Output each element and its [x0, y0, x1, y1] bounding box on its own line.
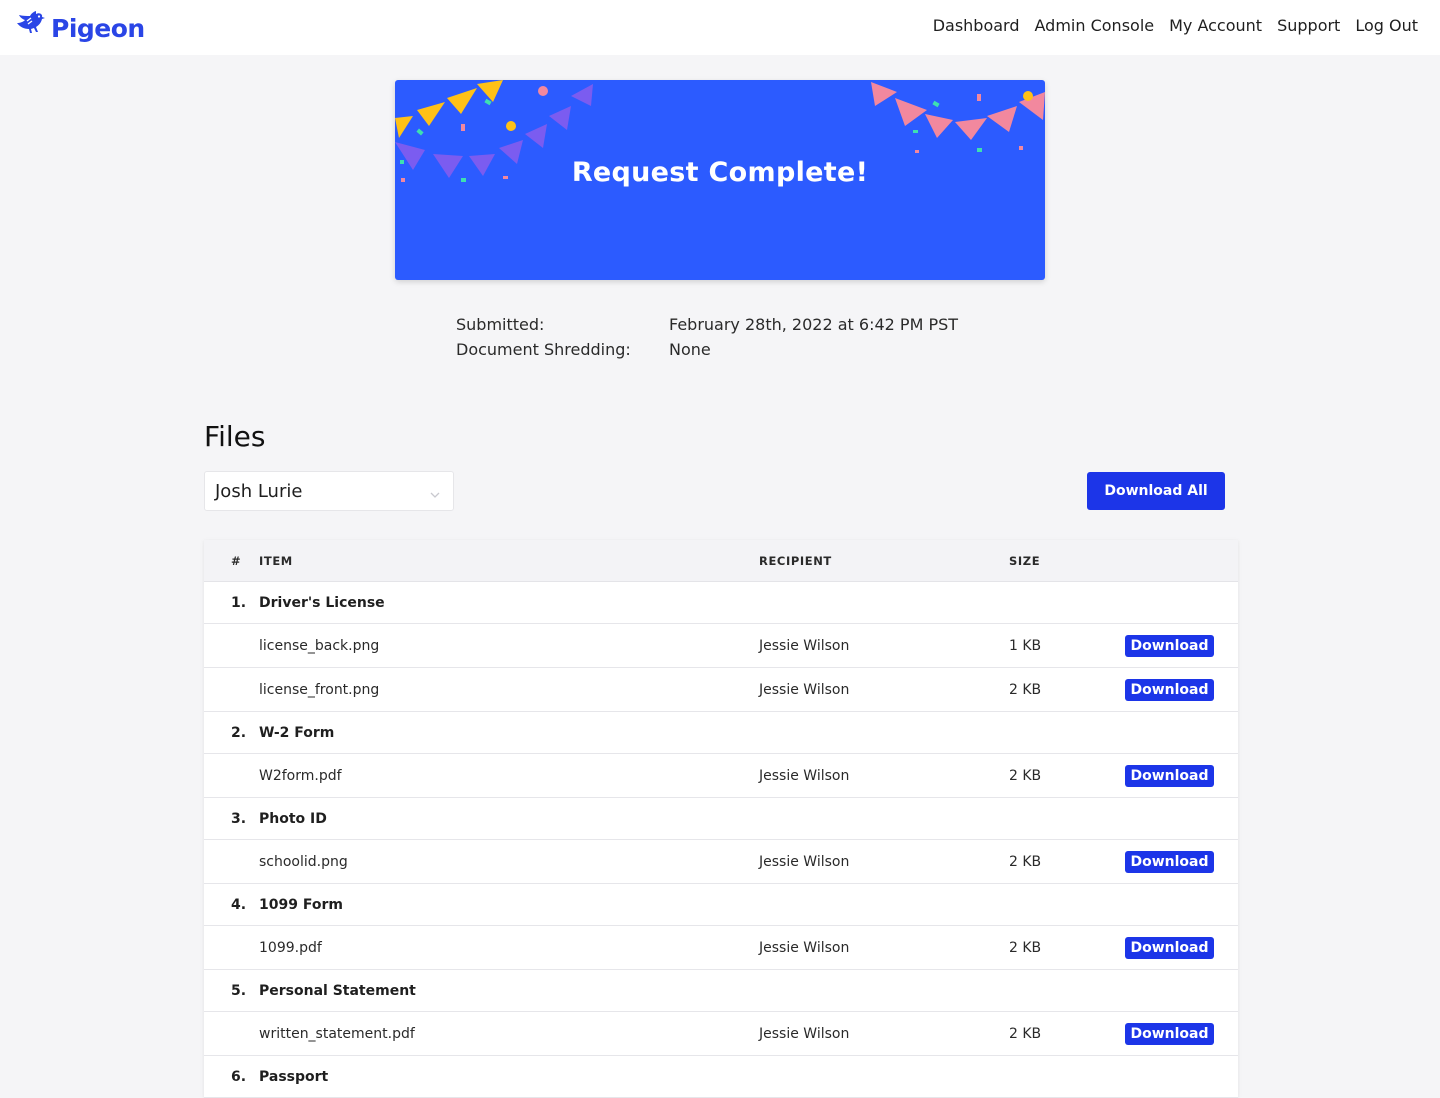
- nav-my-account[interactable]: My Account: [1169, 16, 1262, 35]
- download-button[interactable]: Download: [1125, 679, 1214, 701]
- file-recipient: Jessie Wilson: [759, 637, 850, 654]
- shredding-row: Document Shredding: None: [456, 337, 958, 362]
- col-num: #: [231, 553, 242, 568]
- nav-admin-console[interactable]: Admin Console: [1035, 16, 1155, 35]
- file-size: 2 KB: [1009, 1025, 1042, 1042]
- group-number: 4.: [231, 896, 247, 913]
- nav-log-out[interactable]: Log Out: [1355, 16, 1418, 35]
- file-recipient: Jessie Wilson: [759, 767, 850, 784]
- person-select-value: Josh Lurie: [215, 480, 303, 502]
- download-button[interactable]: Download: [1125, 937, 1214, 959]
- file-name: 1099.pdf: [259, 939, 322, 956]
- file-recipient: Jessie Wilson: [759, 939, 850, 956]
- file-name: license_back.png: [259, 637, 380, 654]
- group-row: 5. Personal Statement: [204, 970, 1238, 1012]
- group-name: 1099 Form: [259, 896, 343, 913]
- group-row: 3. Photo ID: [204, 798, 1238, 840]
- group-row: 1. Driver's License: [204, 582, 1238, 624]
- request-meta: Submitted: February 28th, 2022 at 6:42 P…: [456, 312, 958, 362]
- person-select[interactable]: Josh Lurie: [204, 471, 454, 511]
- file-recipient: Jessie Wilson: [759, 853, 850, 870]
- file-row: W2form.pdf Jessie Wilson 2 KB Download: [204, 754, 1238, 798]
- submitted-row: Submitted: February 28th, 2022 at 6:42 P…: [456, 312, 958, 337]
- group-name: W-2 Form: [259, 724, 335, 741]
- group-name: Personal Statement: [259, 982, 416, 999]
- file-name: written_statement.pdf: [259, 1025, 415, 1042]
- download-button[interactable]: Download: [1125, 765, 1214, 787]
- files-table: # ITEM RECIPIENT SIZE 1. Driver's Licens…: [204, 540, 1238, 1098]
- top-navbar: Pigeon Dashboard Admin Console My Accoun…: [0, 0, 1440, 55]
- group-name: Driver's License: [259, 594, 385, 611]
- nav-support[interactable]: Support: [1277, 16, 1340, 35]
- shredding-label: Document Shredding:: [456, 340, 631, 359]
- file-recipient: Jessie Wilson: [759, 681, 850, 698]
- download-button[interactable]: Download: [1125, 1023, 1214, 1045]
- submitted-label: Submitted:: [456, 315, 545, 334]
- file-size: 2 KB: [1009, 853, 1042, 870]
- file-size: 2 KB: [1009, 939, 1042, 956]
- chevron-down-icon: [429, 486, 441, 498]
- shredding-value: None: [669, 340, 711, 359]
- nav-dashboard[interactable]: Dashboard: [933, 16, 1020, 35]
- group-row: 6. Passport: [204, 1056, 1238, 1098]
- group-number: 1.: [231, 594, 247, 611]
- submitted-value: February 28th, 2022 at 6:42 PM PST: [669, 315, 959, 334]
- file-row: written_statement.pdf Jessie Wilson 2 KB…: [204, 1012, 1238, 1056]
- file-row: license_back.png Jessie Wilson 1 KB Down…: [204, 624, 1238, 668]
- col-size: SIZE: [1009, 553, 1041, 568]
- file-name: schoolid.png: [259, 853, 348, 870]
- file-recipient: Jessie Wilson: [759, 1025, 850, 1042]
- download-button[interactable]: Download: [1125, 635, 1214, 657]
- group-number: 2.: [231, 724, 247, 741]
- completion-banner: Request Complete!: [395, 80, 1045, 280]
- file-row: 1099.pdf Jessie Wilson 2 KB Download: [204, 926, 1238, 970]
- download-button[interactable]: Download: [1125, 851, 1214, 873]
- group-number: 5.: [231, 982, 247, 999]
- main-nav: Dashboard Admin Console My Account Suppo…: [933, 16, 1418, 35]
- logo-link[interactable]: Pigeon: [14, 11, 145, 45]
- col-recipient: RECIPIENT: [759, 553, 832, 568]
- file-name: W2form.pdf: [259, 767, 342, 784]
- group-row: 4. 1099 Form: [204, 884, 1238, 926]
- group-number: 6.: [231, 1068, 247, 1085]
- pigeon-bird-icon: [14, 11, 46, 45]
- file-row: schoolid.png Jessie Wilson 2 KB Download: [204, 840, 1238, 884]
- file-size: 2 KB: [1009, 767, 1042, 784]
- table-header: # ITEM RECIPIENT SIZE: [204, 540, 1238, 582]
- file-name: license_front.png: [259, 681, 380, 698]
- file-size: 1 KB: [1009, 637, 1042, 654]
- logo-text: Pigeon: [51, 13, 145, 43]
- file-size: 2 KB: [1009, 681, 1042, 698]
- col-item: ITEM: [259, 553, 293, 568]
- files-heading: Files: [204, 420, 266, 453]
- group-name: Passport: [259, 1068, 329, 1085]
- download-all-button[interactable]: Download All: [1087, 472, 1225, 510]
- group-row: 2. W-2 Form: [204, 712, 1238, 754]
- group-number: 3.: [231, 810, 247, 827]
- file-row: license_front.png Jessie Wilson 2 KB Dow…: [204, 668, 1238, 712]
- banner-title: Request Complete!: [571, 157, 869, 188]
- group-name: Photo ID: [259, 810, 327, 827]
